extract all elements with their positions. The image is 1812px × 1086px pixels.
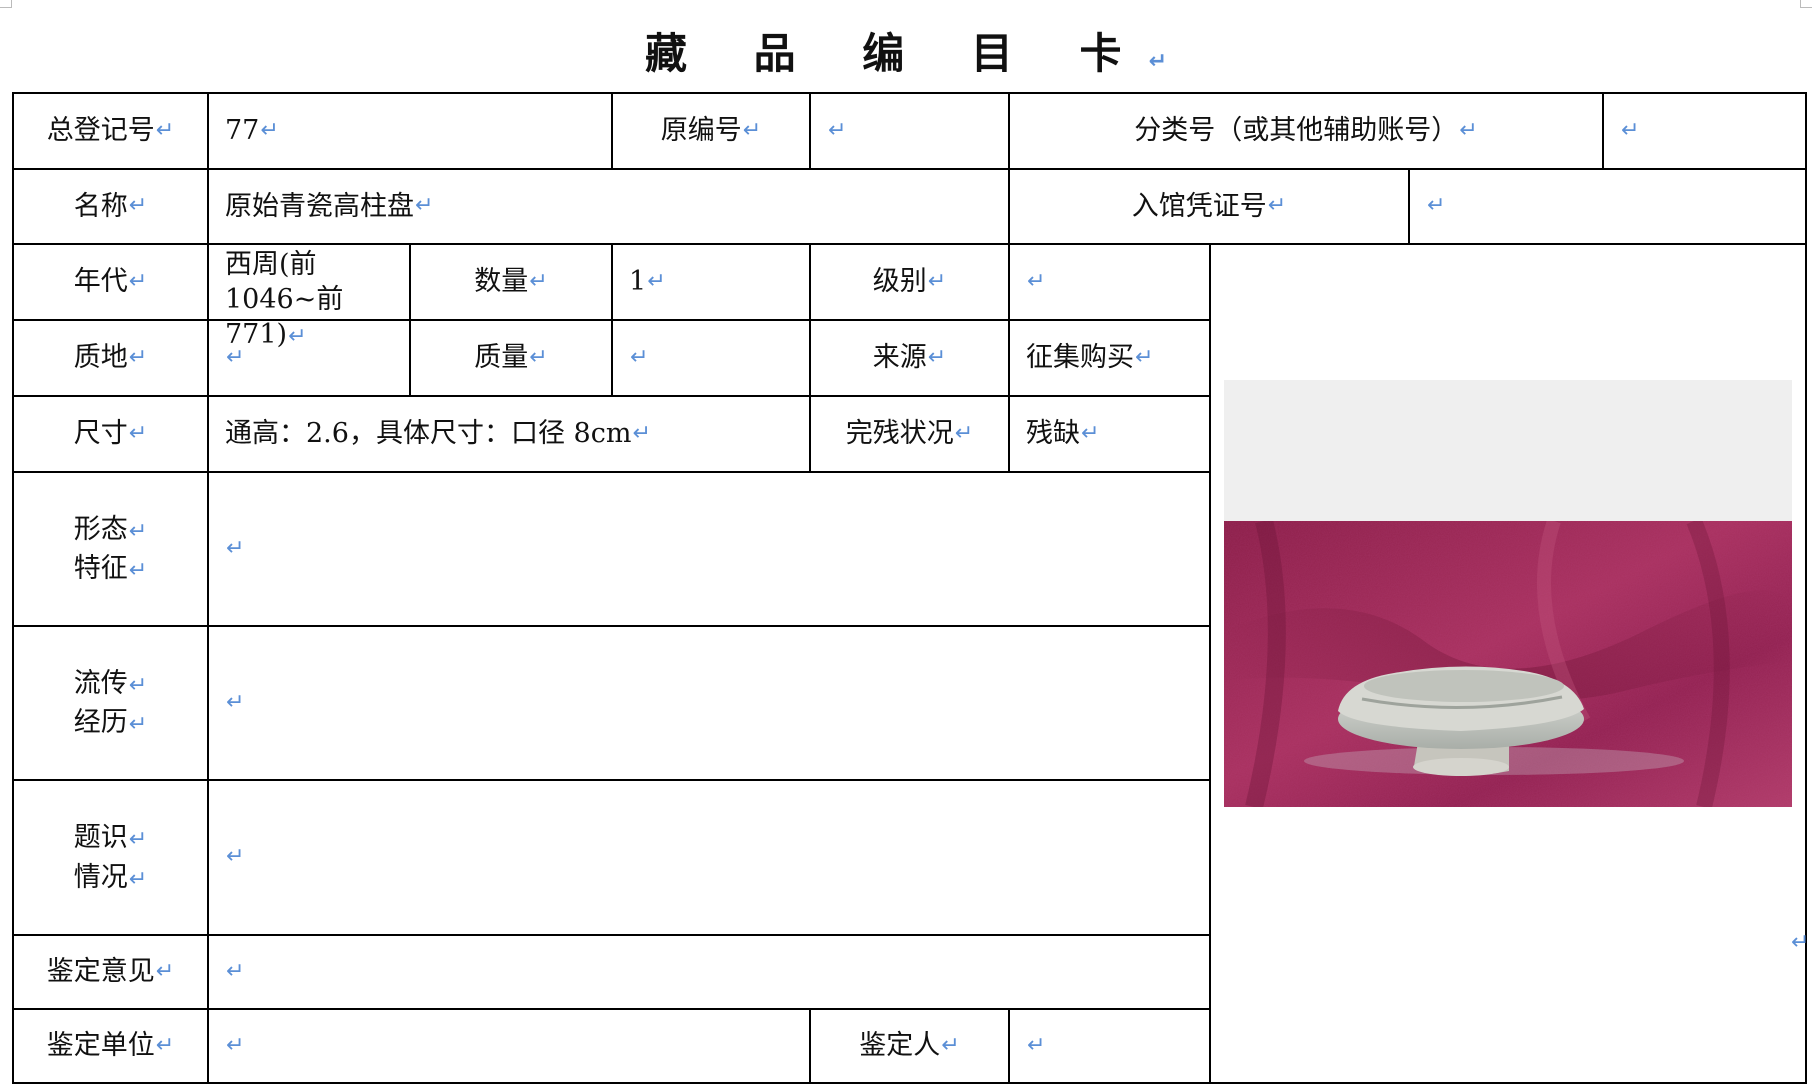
- source-field[interactable]: 征集购买 ↵: [1010, 321, 1209, 395]
- grade-field[interactable]: ↵: [1010, 245, 1209, 319]
- appraisal-opinion-field[interactable]: ↵: [209, 936, 1209, 1008]
- condition-field[interactable]: 残缺 ↵: [1010, 397, 1209, 471]
- card-title: 藏 品 编 目 卡↵: [645, 29, 1167, 78]
- paragraph-mark: ↵: [1791, 930, 1810, 955]
- inscriptions-field[interactable]: ↵: [209, 781, 1209, 934]
- reg-number-field[interactable]: 77 ↵: [209, 94, 611, 168]
- classification-number-label: 分类号（或其他辅助账号） ↵: [1134, 115, 1478, 147]
- catalog-card-table: 总登记号 ↵ 77 ↵ 原编号 ↵ ↵ 分类号（或其他辅助账号） ↵ ↵ 名称 ↵ 原始青…: [12, 92, 1807, 1084]
- form-features-label: 形态↵ 特征↵: [73, 513, 148, 584]
- weight-label: 质量 ↵: [474, 342, 548, 374]
- original-number-label: 原编号 ↵: [660, 115, 762, 147]
- condition-label: 完残状况 ↵: [845, 418, 974, 450]
- appraiser-label: 鉴定人 ↵: [859, 1030, 960, 1062]
- reg-number-label: 总登记号 ↵: [46, 115, 175, 147]
- provenance-label: 流传↵ 经历↵: [73, 667, 148, 738]
- page-corner-mark-right: [1800, 0, 1812, 8]
- size-label: 尺寸 ↵: [73, 418, 148, 450]
- era-label: 年代 ↵: [73, 266, 148, 298]
- name-field[interactable]: 原始青瓷高柱盘 ↵: [209, 170, 1008, 243]
- voucher-number-label: 入馆凭证号 ↵: [1131, 190, 1287, 222]
- quantity-field[interactable]: 1 ↵: [613, 245, 809, 319]
- artifact-photo[interactable]: [1224, 521, 1792, 807]
- inscriptions-label: 题识↵ 情况↵: [73, 822, 148, 893]
- appraisal-opinion-label: 鉴定意见 ↵: [46, 956, 175, 988]
- appraisal-unit-label: 鉴定单位 ↵: [46, 1030, 175, 1062]
- form-features-field[interactable]: ↵: [209, 473, 1209, 625]
- material-label: 质地 ↵: [73, 342, 148, 374]
- weight-field[interactable]: ↵: [613, 321, 809, 395]
- quantity-label: 数量 ↵: [474, 266, 548, 298]
- artifact-photo-frame: [1224, 380, 1792, 807]
- source-label: 来源 ↵: [872, 342, 947, 374]
- page-corner-mark-left: [0, 0, 12, 8]
- provenance-field[interactable]: ↵: [209, 627, 1209, 779]
- material-field[interactable]: ↵: [209, 321, 409, 395]
- original-number-field[interactable]: ↵: [811, 94, 1008, 168]
- classification-number-field[interactable]: ↵: [1604, 94, 1805, 168]
- appraisal-unit-field[interactable]: ↵: [209, 1010, 809, 1082]
- name-label: 名称 ↵: [73, 190, 148, 222]
- grade-label: 级别 ↵: [872, 266, 947, 298]
- appraiser-field[interactable]: ↵: [1010, 1010, 1209, 1082]
- era-field[interactable]: 西周(前 1046~前 771)↵: [209, 245, 409, 350]
- size-field[interactable]: 通高：2.6，具体尺寸：口径 8cm ↵: [209, 397, 809, 471]
- voucher-number-field[interactable]: ↵: [1410, 170, 1805, 243]
